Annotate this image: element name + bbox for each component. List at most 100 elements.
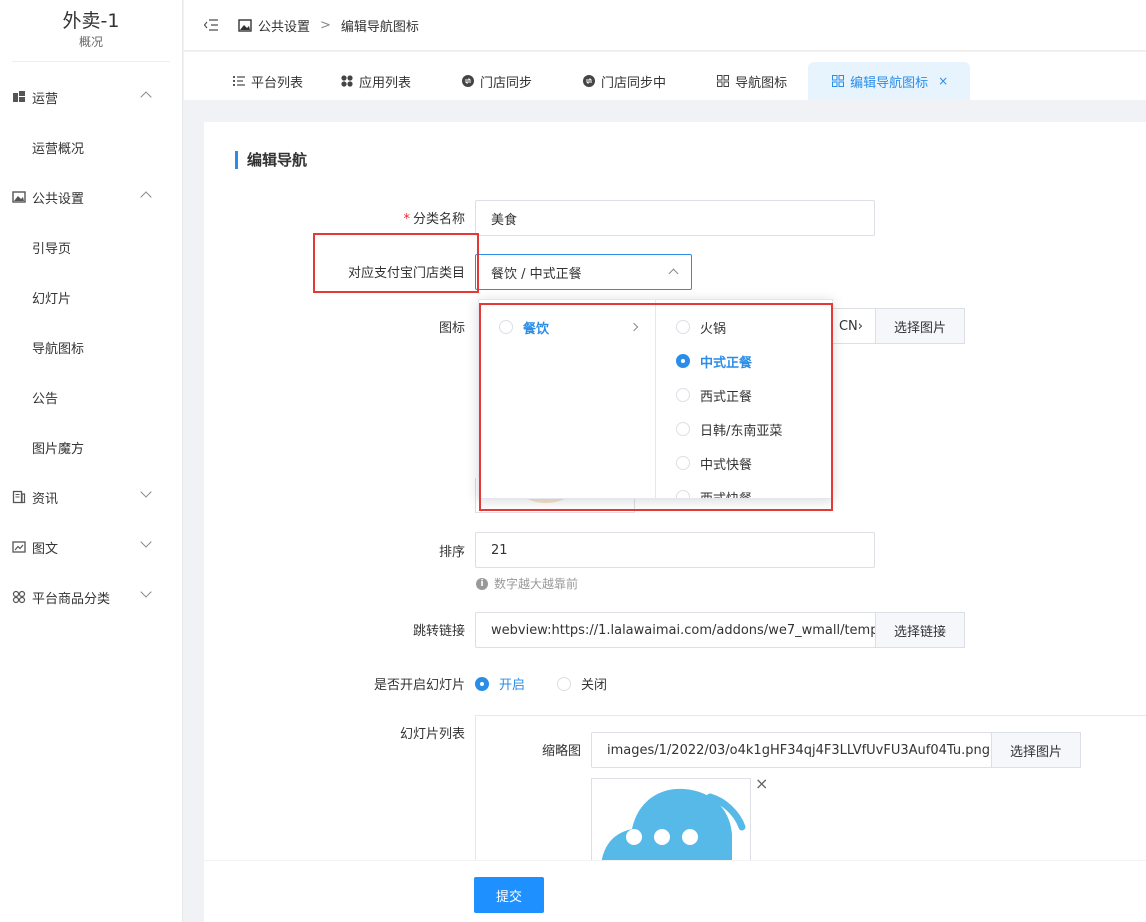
picture-icon: [12, 540, 26, 554]
breadcrumb-parent[interactable]: 公共设置: [258, 16, 310, 35]
chevron-down-icon: [140, 486, 152, 498]
tab-label: 编辑导航图标: [850, 75, 929, 91]
choose-icon-image-button[interactable]: 选择图片: [875, 308, 965, 344]
slide-on-label: 开启: [499, 678, 526, 693]
sidebar-group-news[interactable]: 资讯: [0, 472, 182, 522]
radio-checked-icon: [475, 676, 489, 691]
choose-link-button[interactable]: 选择链接: [875, 612, 965, 648]
cascader-option-catering[interactable]: 餐饮: [479, 310, 655, 344]
cascader-level1: 餐饮: [479, 300, 656, 498]
sidebar: 外卖-1 概况 运营 运营概况 公共设置 引导页 幻灯片 导航图标 公告 图片魔…: [0, 0, 183, 922]
breadcrumb-current: 编辑导航图标: [340, 19, 419, 35]
sidebar-group-label: 资讯: [32, 491, 59, 507]
option-label: 中式快餐: [700, 457, 753, 473]
sort-help: i 数字越大越靠前: [476, 575, 578, 592]
tab-edit-nav-icon[interactable]: 编辑导航图标 ×: [808, 62, 971, 100]
sidebar-item-guide-page[interactable]: 引导页: [0, 222, 182, 272]
tab-label: 门店同步: [480, 75, 533, 91]
tab-app-list[interactable]: 应用列表: [324, 62, 428, 100]
sort-input[interactable]: 21: [475, 532, 875, 568]
chevron-up-icon: [140, 91, 152, 103]
link-input[interactable]: webview:https://1.lalawaimai.com/addons/…: [475, 612, 876, 648]
radio-checked-icon: [676, 354, 690, 368]
icon-label: 图标: [438, 321, 465, 336]
chevron-down-icon: [140, 536, 152, 548]
form-footer: 提交: [204, 860, 1146, 922]
category-cascader-dropdown: 餐饮 火锅 中式正餐 西式正餐 日韩/东南亚菜 中式快餐 西式快餐: [478, 299, 833, 499]
top-bar: 公共设置 > 编辑导航图标: [184, 0, 1146, 51]
thumb-input[interactable]: images/1/2022/03/o4k1gHF34qj4F3LLVfUvFU3…: [591, 732, 992, 768]
news-icon: [12, 490, 26, 504]
image-icon: [12, 190, 26, 204]
slide-on-radio[interactable]: 开启: [475, 674, 525, 693]
tab-label: 门店同步中: [601, 75, 667, 91]
tab-store-syncing[interactable]: 门店同步中: [553, 62, 683, 100]
slide-toggle-label: 是否开启幻灯片: [373, 678, 465, 693]
name-label-text: 分类名称: [412, 212, 465, 227]
chevron-up-icon: [668, 268, 679, 279]
dashboard-icon: [12, 90, 26, 104]
submit-button[interactable]: 提交: [474, 877, 544, 913]
slide-off-radio[interactable]: 关闭: [557, 674, 607, 693]
name-label: * 分类名称: [325, 208, 465, 227]
radio-unchecked-icon: [676, 490, 690, 498]
sort-label: 排序: [438, 545, 465, 560]
breadcrumb: 公共设置 > 编辑导航图标: [238, 16, 419, 35]
close-icon[interactable]: ×: [755, 774, 768, 793]
sidebar-group-graphics[interactable]: 图文: [0, 522, 182, 572]
name-input[interactable]: 美食: [475, 200, 875, 236]
category-select[interactable]: 餐饮 / 中式正餐: [475, 254, 692, 290]
cascader-level2: 火锅 中式正餐 西式正餐 日韩/东南亚菜 中式快餐 西式快餐: [656, 300, 832, 498]
menu-collapse-icon[interactable]: [203, 19, 218, 31]
option-label: 餐饮: [523, 321, 550, 337]
info-icon: i: [476, 577, 488, 590]
image-icon: [238, 18, 252, 32]
chevron-up-icon: [140, 191, 152, 203]
cascader-option-western-fast-food[interactable]: 西式快餐: [656, 480, 832, 498]
radio-unchecked-icon: [676, 422, 690, 436]
cascader-option-chinese-dinner[interactable]: 中式正餐: [656, 344, 832, 378]
cascader-option-western-dinner[interactable]: 西式正餐: [656, 378, 832, 412]
option-label: 中式正餐: [700, 355, 753, 371]
tab-nav-icons[interactable]: 导航图标: [687, 62, 804, 100]
icon-path-partial: CN›: [838, 318, 863, 334]
radio-unchecked-icon: [676, 388, 690, 402]
apps-icon: [341, 75, 353, 87]
tab-bar: 平台列表 应用列表 门店同步 门店同步中 导航图标 编辑导航图标 ×: [184, 52, 1146, 100]
sidebar-item-announcement[interactable]: 公告: [0, 372, 182, 422]
cascader-option-hotpot[interactable]: 火锅: [656, 310, 832, 344]
sidebar-group-label: 平台商品分类: [32, 591, 111, 607]
cascader-option-chinese-fast-food[interactable]: 中式快餐: [656, 446, 832, 480]
sidebar-item-operations-overview[interactable]: 运营概况: [0, 122, 182, 172]
grid-icon: [832, 75, 845, 87]
option-label: 火锅: [700, 321, 727, 337]
sidebar-group-label: 运营: [32, 91, 59, 107]
list-icon: [233, 75, 245, 87]
category-label: 对应支付宝门店类目: [347, 266, 465, 281]
category-select-value: 餐饮 / 中式正餐: [491, 266, 582, 282]
sidebar-item-slides[interactable]: 幻灯片: [0, 272, 182, 322]
sidebar-group-public-settings[interactable]: 公共设置: [0, 172, 182, 222]
option-label: 西式正餐: [700, 389, 753, 405]
tab-platform-list[interactable]: 平台列表: [216, 62, 320, 100]
tab-label: 平台列表: [251, 75, 304, 91]
sidebar-item-image-cube[interactable]: 图片魔方: [0, 422, 182, 472]
link-label: 跳转链接: [412, 624, 465, 639]
thumb-label: 缩略图: [541, 744, 581, 759]
sidebar-menu: 运营 运营概况 公共设置 引导页 幻灯片 导航图标 公告 图片魔方 资讯 图文 …: [0, 72, 182, 622]
sidebar-group-product-categories[interactable]: 平台商品分类: [0, 572, 182, 622]
sort-help-text: 数字越大越靠前: [494, 577, 579, 591]
choose-thumb-image-button[interactable]: 选择图片: [991, 732, 1081, 768]
close-icon[interactable]: ×: [938, 74, 948, 88]
breadcrumb-separator: >: [320, 17, 331, 33]
sidebar-item-nav-icons[interactable]: 导航图标: [0, 322, 182, 372]
sidebar-group-operations[interactable]: 运营: [0, 72, 182, 122]
brand-sub[interactable]: 概况: [12, 34, 170, 50]
radio-unchecked-icon: [557, 676, 571, 691]
option-label: 西式快餐: [700, 488, 752, 499]
edit-form-card: 编辑导航 * 分类名称 美食 对应支付宝门店类目 餐饮 / 中式正餐 图标 CN›…: [204, 122, 1146, 922]
sidebar-group-label: 公共设置: [32, 191, 85, 207]
cascader-option-asian-cuisine[interactable]: 日韩/东南亚菜: [656, 412, 832, 446]
tab-label: 应用列表: [359, 75, 412, 91]
tab-store-sync[interactable]: 门店同步: [432, 62, 549, 100]
